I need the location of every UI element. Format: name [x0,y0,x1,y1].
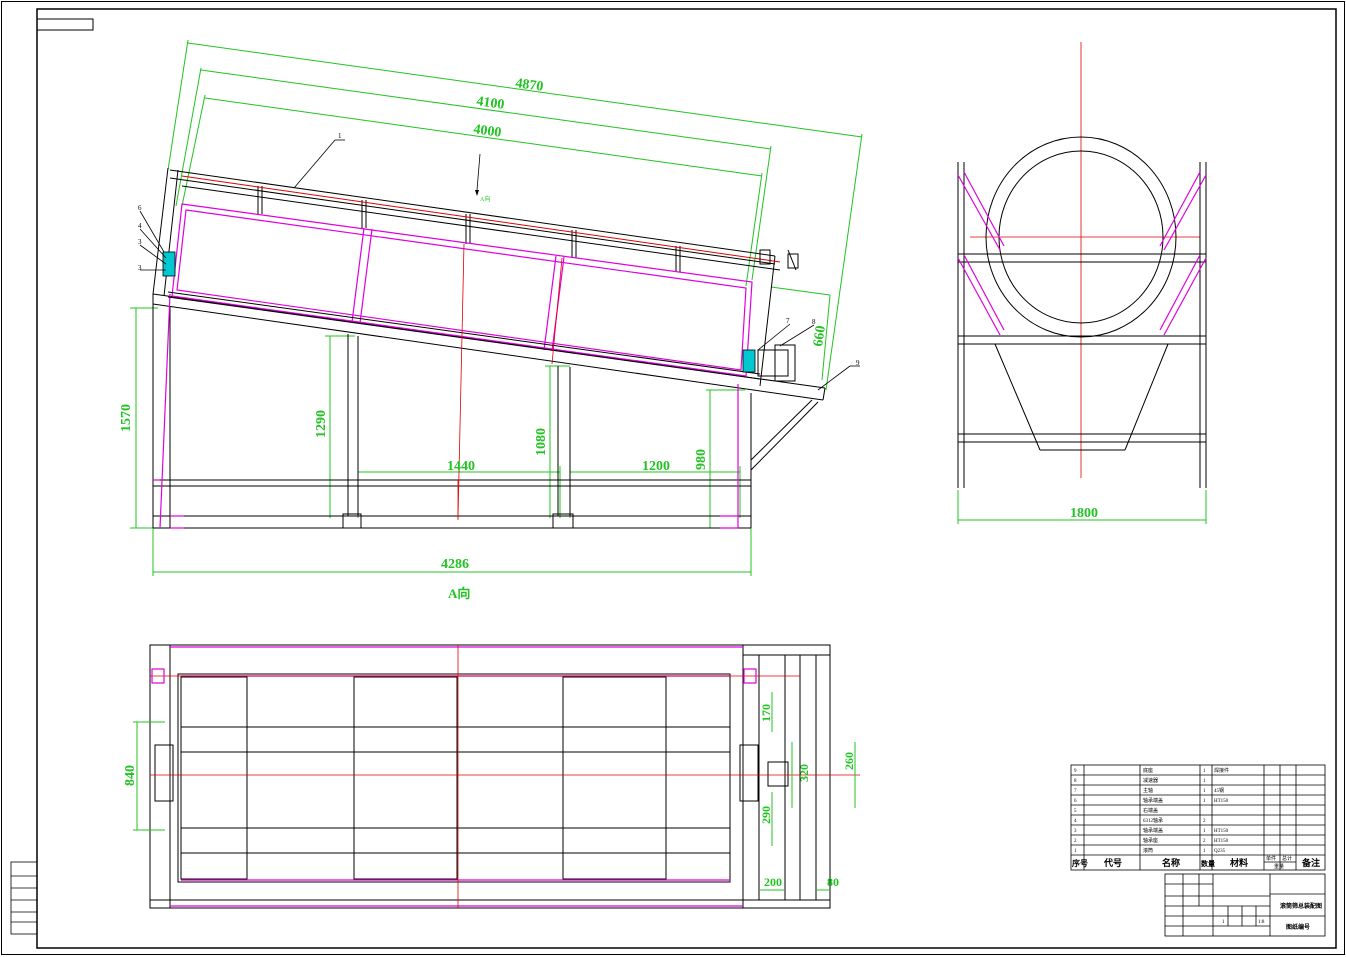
header-unit-weight: 单件 [1266,855,1276,862]
drawing-sheet: 4870 4100 4000 660 1570 1290 1080 980 14… [1,1,1345,955]
header-remark: 备注 [1301,857,1320,868]
row-name: 6312轴承 [1143,817,1163,824]
title-block: 滚筒筛总装配图 图纸编号 1 1:8 [1164,873,1326,937]
row-no: 2 [1074,839,1077,844]
header-name: 名称 [1162,857,1180,868]
row-qty: 2 [1203,819,1206,824]
row-name: 减速器 [1143,777,1158,784]
row-no: 7 [1074,789,1077,794]
front-view: 4870 4100 4000 660 1570 1290 1080 980 14… [119,39,863,601]
dim-height-rear: 980 [694,449,709,470]
row-material: HT150 [1214,829,1229,834]
drawing-title: 滚筒筛总装配图 [1280,902,1322,910]
dim-top-170: 170 [759,704,773,722]
row-no: 6 [1074,799,1077,804]
row-material: Q235 [1214,849,1226,854]
row-material: HT150 [1214,799,1229,804]
top-view: 840 170 320 260 290 200 80 [123,644,860,909]
side-view: 1800 [957,42,1207,524]
row-qty: 1 [1203,849,1206,854]
header-weight: 重量 [1274,863,1284,870]
dim-height-mid: 1290 [314,410,329,438]
part-label-6: 6 [138,204,142,212]
header-material: 材料 [1229,857,1248,868]
dim-drum-length-outer: 4100 [475,94,505,113]
header-no: 序号 [1072,858,1088,868]
part-label-3b: 3 [138,264,142,272]
corner-box [36,18,94,31]
row-material: HT150 [1214,839,1229,844]
drawing-number: 图纸编号 [1286,923,1310,931]
row-qty: 2 [1203,839,1206,844]
dim-height-inner: 1080 [534,428,549,456]
parts-rows: 9 底座 1 焊接件 8 减速器 1 7 主轴 1 45钢 6 轴承端盖 1 H… [1074,767,1229,854]
view-title: A向 [448,586,470,601]
row-name: 滚筒 [1143,847,1153,854]
dim-base-length: 4286 [441,557,469,572]
row-qty: 1 [1203,829,1206,834]
row-name: 轴承端盖 [1143,797,1163,804]
dim-top-320: 320 [797,764,811,782]
part-label-8: 8 [812,318,816,326]
row-no: 3 [1074,829,1077,834]
header-qty: 数量 [1201,859,1215,868]
row-name: 轴承端盖 [1143,827,1163,834]
part-label-1: 1 [338,132,342,140]
row-qty: 1 [1203,779,1206,784]
dim-span-left: 1440 [447,459,475,474]
dim-top-200: 200 [764,875,782,889]
row-name: 右端盖 [1143,807,1158,814]
arrow-label: A向 [480,195,490,203]
row-material: 45钢 [1214,787,1224,794]
header-total-weight: 总计 [1282,855,1292,862]
dim-motor-height: 660 [811,325,829,348]
dim-top-290: 290 [759,806,773,824]
margin-block [10,861,38,935]
part-label-9: 9 [856,359,860,367]
dim-overall-length: 4870 [514,76,544,95]
part-label-4: 4 [138,222,142,230]
dim-height-total: 1570 [119,404,134,432]
dim-span-right: 1200 [642,459,670,474]
parts-table: 9 底座 1 焊接件 8 减速器 1 7 主轴 1 45钢 6 轴承端盖 1 H… [1070,764,1326,871]
dim-top-80: 80 [827,875,839,889]
row-no: 8 [1074,779,1077,784]
row-name: 轴承座 [1143,837,1158,844]
row-name: 主轴 [1143,787,1153,794]
part-label-3a: 3 [138,238,142,246]
dim-side-width: 1800 [1070,506,1098,521]
row-no: 4 [1074,819,1077,824]
row-no: 9 [1074,769,1077,774]
row-no: 5 [1074,809,1077,814]
dim-top-width: 840 [123,765,138,786]
row-qty: 1 [1203,769,1206,774]
row-qty: 1 [1203,799,1206,804]
part-label-7: 7 [786,317,790,325]
row-name: 底座 [1143,767,1153,774]
dim-drum-length: 4000 [472,122,502,141]
header-code: 代号 [1103,857,1122,868]
dim-top-260: 260 [842,752,856,770]
row-material: 焊接件 [1214,767,1229,774]
scale-qty: 1 [1222,920,1225,925]
row-no: 1 [1074,849,1077,854]
row-qty: 1 [1203,789,1206,794]
inner-frame [36,8,1337,949]
scale: 1:8 [1258,920,1265,925]
